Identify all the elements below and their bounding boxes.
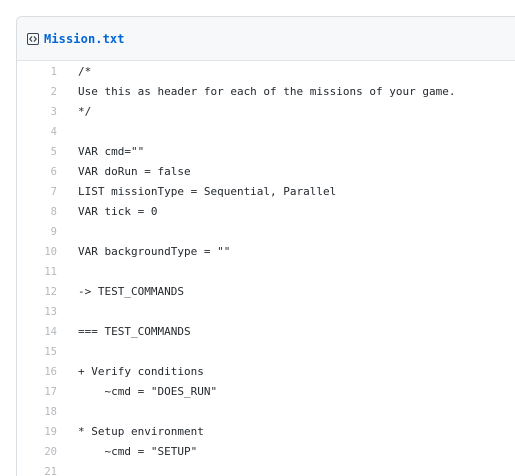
- line-code: LIST missionType = Sequential, Parallel: [78, 185, 337, 198]
- code-line: 20 ~cmd = "SETUP": [17, 442, 515, 462]
- line-number[interactable]: 14: [17, 322, 57, 342]
- file-name-link[interactable]: Mission.txt: [44, 32, 125, 46]
- line-code: === TEST_COMMANDS: [78, 325, 191, 338]
- line-number[interactable]: 13: [17, 302, 57, 322]
- line-code: ~cmd = "DOES_RUN": [78, 385, 218, 398]
- line-number[interactable]: 1: [17, 62, 57, 82]
- line-code: VAR cmd="": [78, 145, 145, 158]
- line-code: + Verify conditions: [78, 365, 204, 378]
- line-number[interactable]: 16: [17, 362, 57, 382]
- code-file-viewer: Mission.txt 1 /* 2 Use this as header for e…: [16, 16, 515, 476]
- line-number[interactable]: 2: [17, 82, 57, 102]
- line-code: /*: [78, 65, 92, 78]
- line-number[interactable]: 3: [17, 102, 57, 122]
- code-line: 15: [17, 342, 515, 362]
- file-header: Mission.txt: [17, 17, 515, 61]
- code-line: 5 VAR cmd="": [17, 142, 515, 162]
- code-line: 18: [17, 402, 515, 422]
- code-area: 1 /* 2 Use this as header for each of the m…: [17, 61, 515, 476]
- code-line: 21: [17, 462, 515, 476]
- code-line: 19 * Setup environment: [17, 422, 515, 442]
- line-code: Use this as header for each of the missi…: [78, 85, 456, 98]
- line-number[interactable]: 17: [17, 382, 57, 402]
- line-number[interactable]: 8: [17, 202, 57, 222]
- line-number[interactable]: 12: [17, 282, 57, 302]
- code-line: 13: [17, 302, 515, 322]
- code-line: 1 /*: [17, 62, 515, 82]
- code-line: 2 Use this as header for each of the miss…: [17, 82, 515, 102]
- line-number[interactable]: 5: [17, 142, 57, 162]
- line-number[interactable]: 19: [17, 422, 57, 442]
- line-code: */: [78, 105, 92, 118]
- line-number[interactable]: 7: [17, 182, 57, 202]
- line-number[interactable]: 20: [17, 442, 57, 462]
- line-code: VAR tick = 0: [78, 205, 158, 218]
- code-file-icon: [27, 33, 39, 45]
- code-line: 14 === TEST_COMMANDS: [17, 322, 515, 342]
- code-line: 12 -> TEST_COMMANDS: [17, 282, 515, 302]
- line-code: * Setup environment: [78, 425, 204, 438]
- line-number[interactable]: 10: [17, 242, 57, 262]
- line-code: ~cmd = "SETUP": [78, 445, 198, 458]
- line-number[interactable]: 9: [17, 222, 57, 242]
- line-code: -> TEST_COMMANDS: [78, 285, 184, 298]
- line-number[interactable]: 11: [17, 262, 57, 282]
- line-number[interactable]: 18: [17, 402, 57, 422]
- code-line: 8 VAR tick = 0: [17, 202, 515, 222]
- code-line: 9: [17, 222, 515, 242]
- code-line: 3 */: [17, 102, 515, 122]
- code-line: 16 + Verify conditions: [17, 362, 515, 382]
- code-line: 4: [17, 122, 515, 142]
- line-number[interactable]: 4: [17, 122, 57, 142]
- line-number[interactable]: 21: [17, 462, 57, 476]
- code-line: 10 VAR backgroundType = "": [17, 242, 515, 262]
- code-line: 17 ~cmd = "DOES_RUN": [17, 382, 515, 402]
- line-number[interactable]: 6: [17, 162, 57, 182]
- code-line: 11: [17, 262, 515, 282]
- line-code: VAR doRun = false: [78, 165, 191, 178]
- code-line: 6 VAR doRun = false: [17, 162, 515, 182]
- line-number[interactable]: 15: [17, 342, 57, 362]
- line-code: VAR backgroundType = "": [78, 245, 231, 258]
- code-line: 7 LIST missionType = Sequential, Parallel: [17, 182, 515, 202]
